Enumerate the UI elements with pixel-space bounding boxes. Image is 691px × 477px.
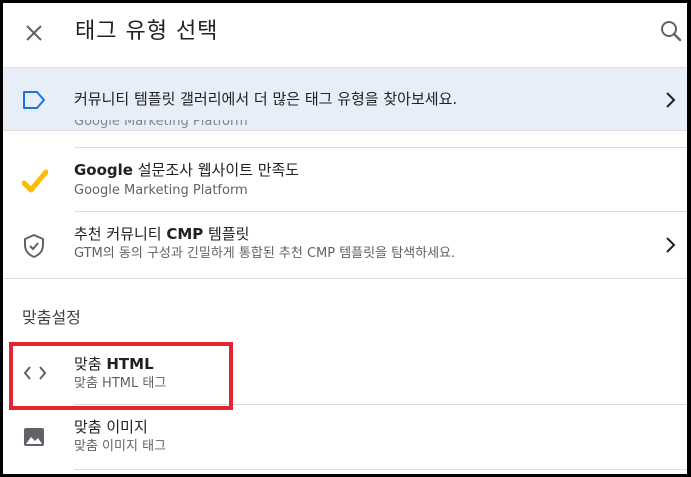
close-icon[interactable] [23, 22, 45, 44]
check-mark-icon [21, 168, 49, 198]
panel-header: 태그 유형 선택 [3, 3, 687, 65]
tag-type-cmp-templates[interactable]: 추천 커뮤니티 CMP 템플릿 GTM의 동의 구성과 긴밀하게 통합된 추천 … [3, 212, 687, 278]
tag-type-subtitle: Google Marketing Platform [74, 183, 248, 198]
search-icon[interactable] [659, 19, 683, 43]
tag-type-name: Google 설문조사 웹사이트 만족도 [74, 161, 300, 179]
divider [74, 469, 687, 470]
tag-type-google-survey[interactable]: Google 설문조사 웹사이트 만족도 Google Marketing Pl… [3, 148, 687, 212]
scrolled-item-subtitle: Google Marketing Platform [74, 120, 248, 129]
highlight-box [9, 342, 233, 410]
label-tag-icon [21, 89, 47, 111]
tag-type-custom-image[interactable]: 맞춤 이미지 맞춤 이미지 태그 [3, 405, 687, 469]
chevron-right-icon [661, 89, 681, 111]
chevron-right-icon [661, 234, 681, 260]
banner-text: 커뮤니티 템플릿 갤러리에서 더 많은 태그 유형을 찾아보세요. [74, 90, 458, 108]
tag-type-name: 추천 커뮤니티 CMP 템플릿 [74, 225, 250, 243]
divider [3, 278, 687, 279]
tag-type-name: 맞춤 이미지 [74, 418, 148, 436]
tag-type-panel: 태그 유형 선택 커뮤니티 템플릿 갤러리에서 더 많은 태그 유형을 찾아보세… [3, 3, 687, 474]
page-title: 태그 유형 선택 [75, 19, 219, 44]
tag-type-subtitle: 맞춤 이미지 태그 [74, 439, 166, 454]
section-heading-custom: 맞춤설정 [22, 308, 81, 327]
tag-type-subtitle: GTM의 동의 구성과 긴밀하게 통합된 추천 CMP 템플릿을 탐색하세요. [74, 246, 456, 261]
image-icon [22, 426, 46, 452]
shield-check-icon [22, 233, 46, 263]
